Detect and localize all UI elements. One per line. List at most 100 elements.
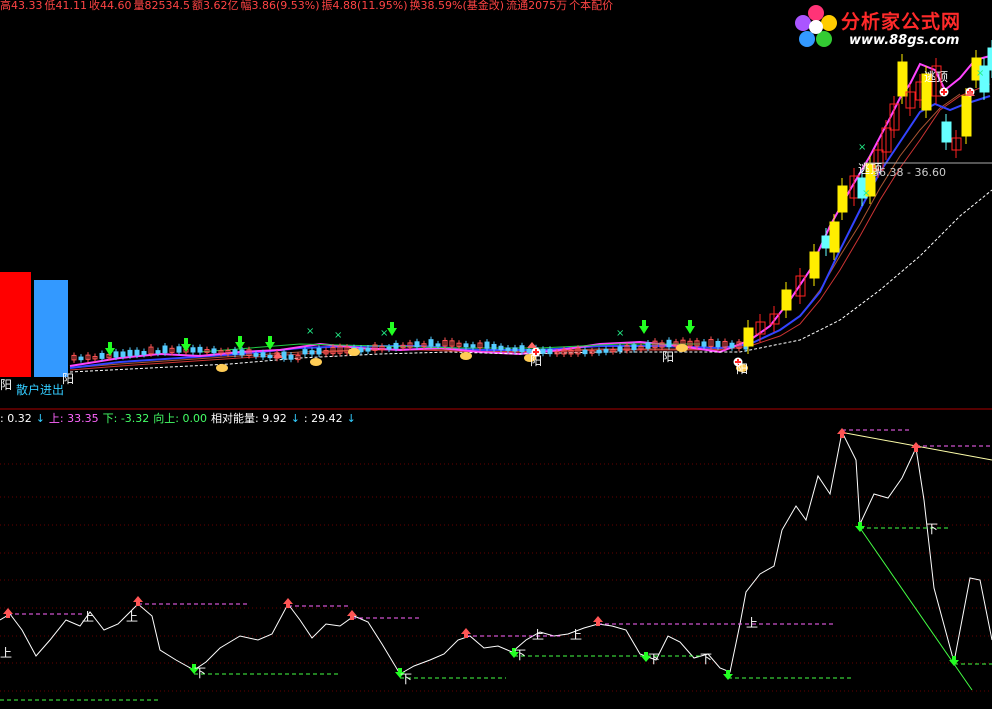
candle-body [253, 353, 259, 357]
readout-item: 向上: 0.00 [153, 412, 207, 425]
candle-body [729, 342, 735, 349]
candle-body [134, 349, 140, 356]
readout-item: 上: 33.35 [48, 412, 99, 425]
x-mark-icon: × [976, 68, 984, 79]
candle-body [302, 349, 308, 355]
rally-body [961, 95, 972, 137]
readout-item: 相对能量: 9.92 [211, 412, 287, 425]
candle-body [267, 354, 273, 359]
sub-up-label-3: 上 [126, 610, 139, 624]
candle-body [99, 352, 105, 359]
sub-up-label-4: 上 [532, 628, 545, 642]
logo-url: www.88gs.com [849, 33, 960, 48]
readout-item: : 0.32 [0, 412, 32, 425]
candle-body [176, 346, 182, 353]
candle-body [512, 347, 518, 352]
x-mark-icon: × [858, 142, 866, 153]
down-arrow-icon [387, 322, 397, 336]
candle-body [211, 348, 217, 354]
candle-body [120, 351, 126, 357]
sub-down-label-6: 下 [926, 522, 939, 536]
main-markers: × × × × × × × [105, 68, 984, 372]
header-item: 换38.59%(基金改) [409, 0, 505, 12]
sub-up-label-1: 上 [0, 646, 13, 660]
candle-body [617, 346, 623, 352]
quote-header: 高43.33 低41.11 收44.60 量82534.5 额3.62亿 幅3.86(9.… [0, 0, 615, 13]
sub-up-label-6: 上 [746, 616, 759, 630]
candle-body [232, 349, 238, 355]
money-bag-icon [676, 344, 688, 352]
indicator-readout: : 0.32 ↓ 上: 33.35 下: -3.32 向上: 0.00 相对能量: 9.9… [0, 410, 360, 426]
readout-item: ↓ [35, 412, 45, 425]
candle-body [701, 341, 707, 347]
candle-body [435, 343, 441, 347]
rally-body [781, 289, 792, 311]
down-arrow-icon [639, 320, 649, 334]
escape-top-label: 逃顶 [924, 70, 949, 84]
candle-body [393, 342, 399, 349]
retail-label: 散户进出 [16, 383, 65, 397]
sub-up-arrow-icon [911, 442, 921, 452]
header-item: 幅3.86(9.53%) [240, 0, 320, 12]
flower-icon [795, 5, 837, 47]
candle-body [155, 350, 161, 354]
candle-body [666, 339, 672, 348]
stock-chart-window[interactable]: × × × × × × × 高43.33 低41.11 收44.60 量82534.5 额3.62亿… [0, 0, 992, 705]
candle-body [78, 356, 84, 361]
logo-title: 分析家公式网 [841, 11, 962, 33]
rally-body [809, 251, 820, 279]
readout-item: : 29.42 [303, 412, 343, 425]
sub-down-label-5: 下 [700, 652, 713, 666]
down-arrow-icon [685, 320, 695, 334]
readout-item: ↓ [346, 412, 356, 425]
sub-arrows [3, 428, 959, 680]
site-logo[interactable]: 分析家公式网 www.88gs.com [793, 3, 989, 53]
sub-up-label-5: 上 [570, 628, 583, 642]
retail-bar-blue [34, 280, 68, 377]
candle-body [190, 347, 196, 353]
candle-body [596, 349, 602, 354]
x-mark-icon: × [862, 188, 870, 199]
candle-body [463, 343, 469, 348]
candle-body [603, 348, 609, 353]
money-bag-icon [310, 358, 322, 366]
chart-canvas[interactable]: × × × × × × × [0, 0, 992, 705]
sub-down-label-2: 下 [400, 672, 413, 686]
header-item: 高43.33 [0, 0, 43, 12]
x-mark-icon: × [616, 328, 624, 339]
candle-body [127, 349, 133, 357]
green-trend-line [859, 527, 973, 691]
yang-label-1: 阳 [0, 378, 13, 392]
retail-bar-red [0, 272, 31, 377]
header-item: 收44.60 [89, 0, 132, 12]
candle-body [365, 347, 371, 352]
candle-body [505, 347, 511, 351]
readout-item: ↓ [290, 412, 300, 425]
header-item: 低41.11 [44, 0, 88, 12]
candle-body [113, 351, 119, 358]
sub-down-arrow-icon [855, 522, 865, 532]
sub-down-label-4: 下 [648, 652, 661, 666]
candle-body [260, 352, 266, 358]
price-range-label: 36.38 - 36.60 [872, 166, 946, 179]
money-bag-icon [348, 348, 360, 356]
candle-body [631, 344, 637, 351]
candle-body [288, 354, 294, 360]
candle-body [309, 350, 315, 355]
moving-averages [69, 55, 992, 373]
x-mark-icon: × [380, 328, 388, 339]
candle-body [428, 339, 434, 347]
candle-body [519, 345, 525, 353]
yang-label-5: 阳 [736, 362, 749, 376]
candle-body [582, 349, 588, 355]
candle-body [498, 345, 504, 351]
down-arrow-icon [181, 338, 191, 352]
rally-body [829, 221, 840, 253]
candle-body [484, 341, 490, 349]
down-arrow-icon [235, 336, 245, 350]
sub-up-label-2: 上 [82, 610, 95, 624]
yang-label-3: 阳 [530, 354, 543, 368]
candle-body [645, 342, 651, 349]
candle-body [239, 349, 245, 356]
candle-body [715, 340, 721, 348]
